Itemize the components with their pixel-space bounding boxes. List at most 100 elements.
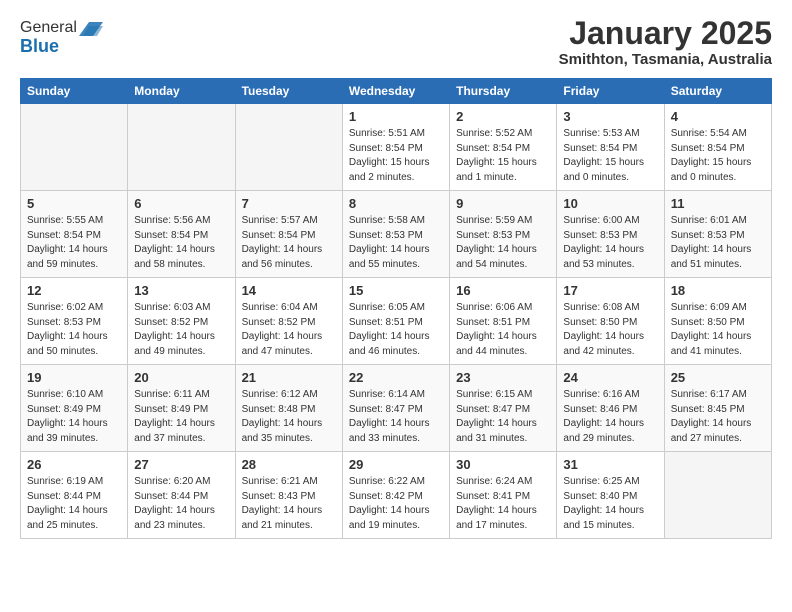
- day-number: 13: [134, 283, 228, 298]
- table-row: 29 Sunrise: 6:22 AMSunset: 8:42 PMDayligh…: [342, 452, 449, 539]
- day-number: 27: [134, 457, 228, 472]
- table-row: [21, 104, 128, 191]
- table-row: [235, 104, 342, 191]
- day-number: 10: [563, 196, 657, 211]
- col-monday: Monday: [128, 79, 235, 104]
- day-info: Sunrise: 6:00 AMSunset: 8:53 PMDaylight:…: [563, 214, 657, 272]
- day-number: 14: [242, 283, 336, 298]
- calendar-title: January 2025: [559, 16, 772, 51]
- day-info: Sunrise: 6:02 AMSunset: 8:53 PMDaylight:…: [27, 301, 121, 359]
- day-info: Sunrise: 5:55 AMSunset: 8:54 PMDaylight:…: [27, 214, 121, 272]
- day-number: 25: [671, 370, 765, 385]
- day-info: Sunrise: 6:14 AMSunset: 8:47 PMDaylight:…: [349, 388, 443, 446]
- day-info: Sunrise: 6:09 AMSunset: 8:50 PMDaylight:…: [671, 301, 765, 359]
- calendar-week-row: 12Sunrise: 6:02 AMSunset: 8:53 PMDayligh…: [21, 278, 772, 365]
- day-info: Sunrise: 6:21 AMSunset: 8:43 PMDaylight:…: [242, 475, 336, 533]
- day-info: Sunrise: 6:25 AMSunset: 8:40 PMDaylight:…: [563, 475, 657, 533]
- day-info: Sunrise: 6:12 AMSunset: 8:48 PMDaylight:…: [242, 388, 336, 446]
- table-row: 18 Sunrise: 6:09 AMSunset: 8:50 PMDayligh…: [664, 278, 771, 365]
- table-row: 13Sunrise: 6:03 AMSunset: 8:52 PMDayligh…: [128, 278, 235, 365]
- table-row: 23Sunrise: 6:15 AMSunset: 8:47 PMDayligh…: [450, 365, 557, 452]
- day-info: Sunrise: 6:08 AMSunset: 8:50 PMDaylight:…: [563, 301, 657, 359]
- day-number: 18: [671, 283, 765, 298]
- day-info: Sunrise: 6:11 AMSunset: 8:49 PMDaylight:…: [134, 388, 228, 446]
- day-info: Sunrise: 6:24 AMSunset: 8:41 PMDaylight:…: [456, 475, 550, 533]
- table-row: 17 Sunrise: 6:08 AMSunset: 8:50 PMDayligh…: [557, 278, 664, 365]
- day-number: 3: [563, 109, 657, 124]
- day-number: 8: [349, 196, 443, 211]
- table-row: 7Sunrise: 5:57 AMSunset: 8:54 PMDaylight…: [235, 191, 342, 278]
- table-row: 9 Sunrise: 5:59 AMSunset: 8:53 PMDaylight…: [450, 191, 557, 278]
- day-number: 15: [349, 283, 443, 298]
- day-info: Sunrise: 5:54 AMSunset: 8:54 PMDaylight:…: [671, 127, 765, 185]
- table-row: 10 Sunrise: 6:00 AMSunset: 8:53 PMDayligh…: [557, 191, 664, 278]
- table-row: 21 Sunrise: 6:12 AMSunset: 8:48 PMDayligh…: [235, 365, 342, 452]
- table-row: 15 Sunrise: 6:05 AMSunset: 8:51 PMDayligh…: [342, 278, 449, 365]
- col-sunday: Sunday: [21, 79, 128, 104]
- day-number: 20: [134, 370, 228, 385]
- day-info: Sunrise: 5:52 AMSunset: 8:54 PMDaylight:…: [456, 127, 550, 185]
- day-info: Sunrise: 5:58 AMSunset: 8:53 PMDaylight:…: [349, 214, 443, 272]
- col-saturday: Saturday: [664, 79, 771, 104]
- day-number: 31: [563, 457, 657, 472]
- calendar-week-row: 1 Sunrise: 5:51 AMSunset: 8:54 PMDaylight…: [21, 104, 772, 191]
- table-row: 22 Sunrise: 6:14 AMSunset: 8:47 PMDayligh…: [342, 365, 449, 452]
- day-number: 6: [134, 196, 228, 211]
- title-block: January 2025 Smithton, Tasmania, Austral…: [559, 16, 772, 68]
- header: General Blue January 2025 Smithton, Tasm…: [20, 16, 772, 68]
- day-number: 28: [242, 457, 336, 472]
- day-info: Sunrise: 5:59 AMSunset: 8:53 PMDaylight:…: [456, 214, 550, 272]
- day-info: Sunrise: 6:17 AMSunset: 8:45 PMDaylight:…: [671, 388, 765, 446]
- table-row: 4Sunrise: 5:54 AMSunset: 8:54 PMDaylight…: [664, 104, 771, 191]
- table-row: 19 Sunrise: 6:10 AMSunset: 8:49 PMDayligh…: [21, 365, 128, 452]
- calendar-week-row: 5Sunrise: 5:55 AMSunset: 8:54 PMDaylight…: [21, 191, 772, 278]
- day-number: 1: [349, 109, 443, 124]
- day-number: 29: [349, 457, 443, 472]
- day-info: Sunrise: 6:04 AMSunset: 8:52 PMDaylight:…: [242, 301, 336, 359]
- day-info: Sunrise: 5:53 AMSunset: 8:54 PMDaylight:…: [563, 127, 657, 185]
- logo: General Blue: [20, 16, 103, 57]
- day-info: Sunrise: 5:57 AMSunset: 8:54 PMDaylight:…: [242, 214, 336, 272]
- day-number: 16: [456, 283, 550, 298]
- day-info: Sunrise: 6:20 AMSunset: 8:44 PMDaylight:…: [134, 475, 228, 533]
- day-number: 30: [456, 457, 550, 472]
- day-info: Sunrise: 6:19 AMSunset: 8:44 PMDaylight:…: [27, 475, 121, 533]
- table-row: 5Sunrise: 5:55 AMSunset: 8:54 PMDaylight…: [21, 191, 128, 278]
- day-number: 2: [456, 109, 550, 124]
- day-info: Sunrise: 6:05 AMSunset: 8:51 PMDaylight:…: [349, 301, 443, 359]
- table-row: 16Sunrise: 6:06 AMSunset: 8:51 PMDayligh…: [450, 278, 557, 365]
- day-number: 26: [27, 457, 121, 472]
- day-number: 9: [456, 196, 550, 211]
- calendar-header-row: Sunday Monday Tuesday Wednesday Thursday…: [21, 79, 772, 104]
- logo-icon: [79, 16, 103, 40]
- day-number: 11: [671, 196, 765, 211]
- day-info: Sunrise: 6:22 AMSunset: 8:42 PMDaylight:…: [349, 475, 443, 533]
- calendar-table: Sunday Monday Tuesday Wednesday Thursday…: [20, 78, 772, 539]
- day-info: Sunrise: 6:16 AMSunset: 8:46 PMDaylight:…: [563, 388, 657, 446]
- table-row: 3 Sunrise: 5:53 AMSunset: 8:54 PMDaylight…: [557, 104, 664, 191]
- day-number: 17: [563, 283, 657, 298]
- day-number: 21: [242, 370, 336, 385]
- day-number: 24: [563, 370, 657, 385]
- table-row: [128, 104, 235, 191]
- calendar-week-row: 19 Sunrise: 6:10 AMSunset: 8:49 PMDayligh…: [21, 365, 772, 452]
- table-row: 24 Sunrise: 6:16 AMSunset: 8:46 PMDayligh…: [557, 365, 664, 452]
- day-info: Sunrise: 6:10 AMSunset: 8:49 PMDaylight:…: [27, 388, 121, 446]
- day-info: Sunrise: 6:15 AMSunset: 8:47 PMDaylight:…: [456, 388, 550, 446]
- table-row: [664, 452, 771, 539]
- table-row: 14 Sunrise: 6:04 AMSunset: 8:52 PMDayligh…: [235, 278, 342, 365]
- day-info: Sunrise: 5:56 AMSunset: 8:54 PMDaylight:…: [134, 214, 228, 272]
- table-row: 28 Sunrise: 6:21 AMSunset: 8:43 PMDayligh…: [235, 452, 342, 539]
- col-tuesday: Tuesday: [235, 79, 342, 104]
- day-info: Sunrise: 5:51 AMSunset: 8:54 PMDaylight:…: [349, 127, 443, 185]
- table-row: 11Sunrise: 6:01 AMSunset: 8:53 PMDayligh…: [664, 191, 771, 278]
- day-number: 19: [27, 370, 121, 385]
- calendar-week-row: 26 Sunrise: 6:19 AMSunset: 8:44 PMDayligh…: [21, 452, 772, 539]
- col-friday: Friday: [557, 79, 664, 104]
- table-row: 27 Sunrise: 6:20 AMSunset: 8:44 PMDayligh…: [128, 452, 235, 539]
- calendar-subtitle: Smithton, Tasmania, Australia: [559, 51, 772, 68]
- day-number: 22: [349, 370, 443, 385]
- col-thursday: Thursday: [450, 79, 557, 104]
- table-row: 25 Sunrise: 6:17 AMSunset: 8:45 PMDayligh…: [664, 365, 771, 452]
- table-row: 31 Sunrise: 6:25 AMSunset: 8:40 PMDayligh…: [557, 452, 664, 539]
